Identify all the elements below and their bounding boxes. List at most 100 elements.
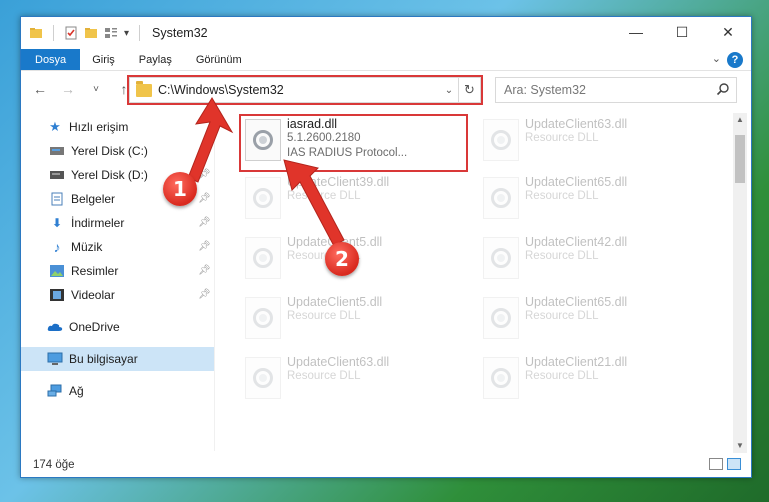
file-description: IAS RADIUS Protocol...: [287, 147, 408, 159]
sidebar-item-pictures[interactable]: Resimler 📌︎: [21, 259, 214, 283]
cloud-icon: [47, 319, 63, 335]
file-name: UpdateClient63.dll: [287, 355, 390, 369]
sidebar-item-onedrive[interactable]: OneDrive: [21, 315, 214, 339]
file-item[interactable]: UpdateClient39.dll Resource DLL: [241, 173, 466, 229]
download-icon: ⬇: [51, 216, 63, 230]
pin-icon[interactable]: 📌︎: [198, 169, 211, 180]
window-controls: — ☐ ✕: [613, 17, 751, 47]
back-button[interactable]: ←: [27, 76, 53, 102]
file-item[interactable]: UpdateClient21.dll Resource DLL: [479, 353, 704, 409]
sidebar-item-label: Resimler: [71, 264, 119, 278]
folder-icon: [136, 80, 152, 97]
file-description: Resource DLL: [525, 310, 599, 322]
view-switcher: [709, 458, 741, 470]
tab-gorunum[interactable]: Görünüm: [184, 49, 254, 70]
view-options-icon[interactable]: [104, 26, 118, 40]
recent-locations-button[interactable]: ˅: [83, 76, 109, 102]
sidebar-item-label: Yerel Disk (C:): [71, 144, 148, 158]
file-description: Resource DLL: [525, 250, 599, 262]
sidebar-item-local-disk-c[interactable]: Yerel Disk (C:) 📌︎: [21, 139, 214, 163]
sidebar-item-this-pc[interactable]: Bu bilgisayar: [21, 347, 214, 371]
dll-file-icon: [483, 297, 519, 339]
file-item[interactable]: UpdateClient42.dll Resource DLL: [479, 233, 704, 289]
sidebar-item-network[interactable]: Ağ: [21, 379, 214, 403]
toolbar-separator: [53, 25, 54, 41]
file-item[interactable]: UpdateClient65.dll Resource DLL: [479, 173, 704, 229]
drive-icon: [49, 167, 65, 183]
pin-icon[interactable]: 📌︎: [198, 217, 211, 228]
help-icon[interactable]: ?: [727, 52, 743, 68]
file-description: Resource DLL: [525, 190, 599, 202]
file-name: UpdateClient5.dll: [287, 295, 383, 309]
file-description: Resource DLL: [525, 370, 599, 382]
toolbar-separator: [139, 25, 141, 41]
computer-icon: [47, 351, 63, 367]
tab-giris[interactable]: Giriş: [80, 49, 127, 70]
file-list: iasrad.dll 5.1.2600.2180 IAS RADIUS Prot…: [229, 113, 729, 453]
documents-icon: [49, 191, 65, 207]
close-button[interactable]: ✕: [705, 17, 751, 47]
maximize-button[interactable]: ☐: [659, 17, 705, 47]
pin-icon[interactable]: 📌︎: [198, 265, 211, 276]
sidebar-item-quick-access[interactable]: ★ Hızlı erişim: [21, 115, 214, 139]
star-icon: ★: [49, 119, 61, 134]
pin-icon[interactable]: 📌︎: [198, 193, 211, 204]
dll-file-icon: [245, 297, 281, 339]
file-item[interactable]: iasrad.dll 5.1.2600.2180 IAS RADIUS Prot…: [241, 115, 466, 171]
file-item[interactable]: UpdateClient63.dll Resource DLL: [241, 353, 466, 409]
file-name: UpdateClient63.dll: [525, 117, 628, 131]
tab-paylas[interactable]: Paylaş: [127, 49, 184, 70]
sidebar-item-downloads[interactable]: ⬇ İndirmeler 📌︎: [21, 211, 214, 235]
file-name: UpdateClient65.dll: [525, 295, 628, 309]
file-name: UpdateClient42.dll: [525, 235, 628, 249]
details-view-icon[interactable]: [709, 458, 723, 470]
address-dropdown-chevron-icon[interactable]: ⌄: [440, 85, 458, 96]
search-input[interactable]: Ara: System32: [495, 77, 737, 103]
music-icon: ♪: [53, 239, 61, 255]
address-path[interactable]: C:\Windows\System32: [158, 83, 440, 97]
tab-dosya[interactable]: Dosya: [21, 49, 81, 70]
file-item[interactable]: UpdateClient63.dll Resource DLL: [479, 115, 704, 171]
drive-icon: [49, 143, 65, 159]
properties-icon[interactable]: [64, 26, 78, 40]
sidebar-item-videos[interactable]: Videolar 📌︎: [21, 283, 214, 307]
pin-icon[interactable]: 📌︎: [198, 145, 211, 156]
network-icon: [47, 383, 63, 399]
file-name: iasrad.dll: [287, 117, 338, 131]
file-item[interactable]: UpdateClient5.dll Resource DLL: [241, 293, 466, 349]
dll-file-icon: [483, 177, 519, 219]
minimize-button[interactable]: —: [613, 17, 659, 47]
scrollbar-thumb[interactable]: [735, 135, 745, 183]
file-item[interactable]: UpdateClient65.dll Resource DLL: [479, 293, 704, 349]
customize-toolbar-chevron-icon[interactable]: ▾: [124, 28, 129, 39]
vertical-scrollbar[interactable]: ▲ ▼: [733, 113, 747, 453]
explorer-window: ▾ System32 — ☐ ✕ Dosya Giriş Paylaş Görü…: [20, 16, 752, 478]
sidebar-item-label: OneDrive: [69, 320, 120, 334]
scroll-up-icon[interactable]: ▲: [733, 113, 747, 127]
new-folder-icon[interactable]: [84, 26, 98, 40]
status-bar: 174 öğe: [21, 453, 751, 477]
title-bar: ▾ System32 — ☐ ✕: [21, 17, 751, 49]
expand-ribbon-chevron-icon[interactable]: ⌄: [712, 52, 721, 65]
sidebar-item-music[interactable]: ♪ Müzik 📌︎: [21, 235, 214, 259]
sidebar-item-label: Belgeler: [71, 192, 116, 206]
large-icons-view-icon[interactable]: [727, 458, 741, 470]
refresh-icon[interactable]: ↻: [458, 78, 480, 102]
file-name: UpdateClient39.dll: [287, 175, 390, 189]
pin-icon[interactable]: 📌︎: [198, 241, 211, 252]
callout-step-2: 2: [325, 242, 359, 276]
file-version: 5.1.2600.2180: [287, 132, 361, 144]
scroll-down-icon[interactable]: ▼: [733, 439, 747, 453]
item-count: 174 öğe: [33, 459, 75, 471]
navigation-pane: ★ Hızlı erişim Yerel Disk (C:) 📌︎ Yerel …: [21, 113, 215, 451]
pictures-icon: [49, 263, 65, 279]
file-description: Resource DLL: [525, 132, 599, 144]
search-icon[interactable]: [716, 82, 730, 99]
videos-icon: [49, 287, 65, 303]
pin-icon[interactable]: 📌︎: [198, 289, 211, 300]
file-description: Resource DLL: [287, 190, 361, 202]
sidebar-item-label: Hızlı erişim: [69, 120, 129, 134]
sidebar-item-label: Bu bilgisayar: [69, 352, 138, 366]
address-bar[interactable]: C:\Windows\System32 ⌄ ↻: [129, 77, 481, 103]
forward-button[interactable]: →: [55, 76, 81, 102]
